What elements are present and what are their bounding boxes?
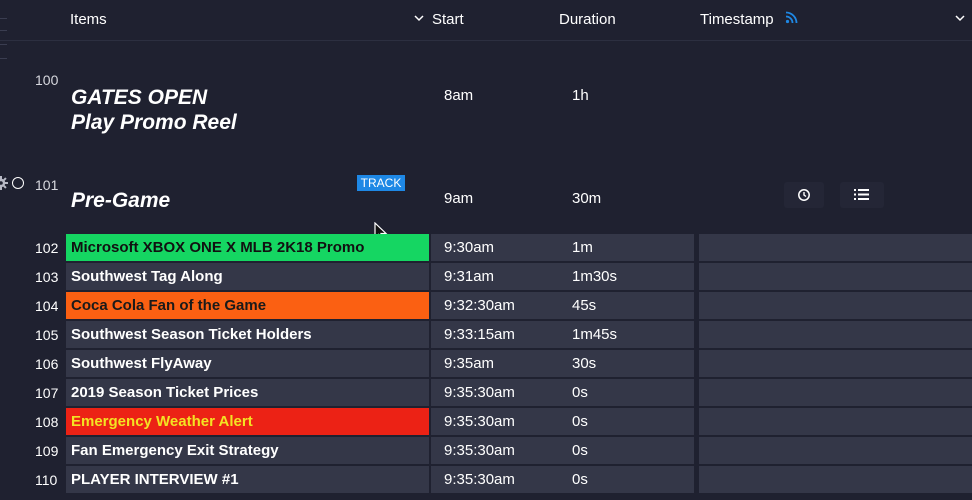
item-start: 9:35:30am bbox=[444, 384, 515, 401]
item-duration: 0s bbox=[572, 384, 588, 401]
timing-cell: 9:30am 1m bbox=[431, 234, 694, 261]
item-title[interactable]: Southwest Tag Along bbox=[66, 263, 429, 290]
segment-start: 9am bbox=[444, 190, 474, 207]
list-item[interactable]: PLAYER INTERVIEW #1 9:35:30am 0s bbox=[66, 466, 972, 493]
item-duration: 30s bbox=[572, 355, 597, 372]
item-start: 9:35am bbox=[444, 355, 495, 372]
items-column-header[interactable]: Items bbox=[70, 11, 107, 28]
item-title[interactable]: PLAYER INTERVIEW #1 bbox=[66, 466, 429, 493]
item-title[interactable]: Fan Emergency Exit Strategy bbox=[66, 437, 429, 464]
item-start: 9:31am bbox=[444, 268, 495, 285]
item-start: 9:30am bbox=[444, 239, 495, 256]
list-item[interactable]: Southwest Season Ticket Holders 9:33:15am… bbox=[66, 321, 972, 348]
list-item[interactable]: Southwest FlyAway 9:35am 30s bbox=[66, 350, 972, 377]
timing-cell: 9:35am 30s bbox=[431, 350, 694, 377]
timestamp-cell[interactable] bbox=[699, 408, 972, 435]
segment-title-line: Play Promo Reel bbox=[71, 111, 237, 134]
segment-title-line: GATES OPEN bbox=[71, 86, 208, 109]
chevron-down-icon[interactable] bbox=[412, 11, 426, 25]
timing-cell: 9:32:30am 45s bbox=[431, 292, 694, 319]
item-duration: 1m bbox=[572, 239, 593, 256]
timing-cell: 9:33:15am 1m45s bbox=[431, 321, 694, 348]
row-number: 102 bbox=[35, 240, 59, 256]
item-start: 9:35:30am bbox=[444, 442, 515, 459]
row-number: 101 bbox=[35, 177, 59, 193]
list-item[interactable]: Fan Emergency Exit Strategy 9:35:30am 0s bbox=[66, 437, 972, 464]
timestamp-cell[interactable] bbox=[699, 263, 972, 290]
timestamp-cell[interactable] bbox=[699, 466, 972, 493]
row-number: 110 bbox=[35, 472, 58, 488]
item-start: 9:35:30am bbox=[444, 471, 515, 488]
timing-cell: 9:31am 1m30s bbox=[431, 263, 694, 290]
row-number: 109 bbox=[35, 443, 59, 459]
row-number: 108 bbox=[35, 414, 59, 430]
item-title[interactable]: Microsoft XBOX ONE X MLB 2K18 Promo bbox=[66, 234, 429, 261]
circle-icon[interactable] bbox=[12, 177, 24, 189]
list-button[interactable] bbox=[840, 182, 884, 208]
item-title[interactable]: Coca Cola Fan of the Game bbox=[66, 292, 429, 319]
item-title[interactable]: Southwest FlyAway bbox=[66, 350, 429, 377]
item-start: 9:33:15am bbox=[444, 326, 515, 343]
item-title[interactable]: 2019 Season Ticket Prices bbox=[66, 379, 429, 406]
duration-column-header[interactable]: Duration bbox=[559, 11, 616, 28]
gear-icon[interactable] bbox=[0, 176, 8, 190]
item-duration: 45s bbox=[572, 297, 597, 314]
item-start: 9:32:30am bbox=[444, 297, 515, 314]
timestamp-column-header[interactable]: Timestamp bbox=[700, 11, 774, 28]
timestamp-cell[interactable] bbox=[699, 437, 972, 464]
timing-cell: 9:35:30am 0s bbox=[431, 379, 694, 406]
row-number: 100 bbox=[35, 72, 59, 88]
column-header: Items Start Duration Timestamp bbox=[0, 0, 972, 59]
row-number: 107 bbox=[35, 385, 59, 401]
item-duration: 0s bbox=[572, 413, 588, 430]
item-title[interactable]: Southwest Season Ticket Holders bbox=[66, 321, 429, 348]
timestamp-cell[interactable] bbox=[699, 321, 972, 348]
item-title[interactable]: Emergency Weather Alert bbox=[66, 408, 429, 435]
list-item[interactable]: Southwest Tag Along 9:31am 1m30s bbox=[66, 263, 972, 290]
timer-button[interactable] bbox=[784, 182, 824, 208]
timestamp-cell[interactable] bbox=[699, 350, 972, 377]
item-duration: 1m45s bbox=[572, 326, 618, 343]
row-number: 105 bbox=[35, 327, 59, 343]
chevron-down-icon[interactable] bbox=[953, 11, 967, 25]
start-column-header[interactable]: Start bbox=[432, 11, 464, 28]
timing-cell: 9:35:30am 0s bbox=[431, 466, 694, 493]
list-item[interactable]: Microsoft XBOX ONE X MLB 2K18 Promo 9:30a… bbox=[66, 234, 972, 261]
list-item[interactable]: 2019 Season Ticket Prices 9:35:30am 0s bbox=[66, 379, 972, 406]
item-duration: 0s bbox=[572, 471, 588, 488]
segment-start: 8am bbox=[444, 87, 474, 104]
segment-duration: 30m bbox=[572, 190, 602, 207]
item-duration: 1m30s bbox=[572, 268, 618, 285]
timestamp-cell[interactable] bbox=[699, 292, 972, 319]
timing-cell: 9:35:30am 0s bbox=[431, 408, 694, 435]
list-icon bbox=[854, 189, 869, 200]
timing-cell: 9:35:30am 0s bbox=[431, 437, 694, 464]
segment-duration: 1h bbox=[572, 87, 589, 104]
rss-icon[interactable] bbox=[785, 11, 798, 24]
segment-title[interactable]: Pre-Game bbox=[71, 188, 170, 213]
segment-title[interactable]: GATES OPEN Play Promo Reel bbox=[71, 85, 237, 135]
row-number: 106 bbox=[35, 356, 59, 372]
list-item[interactable]: Emergency Weather Alert 9:35:30am 0s bbox=[66, 408, 972, 435]
item-duration: 0s bbox=[572, 442, 588, 459]
left-ruler bbox=[0, 0, 8, 70]
row-number: 104 bbox=[35, 298, 59, 314]
list-item[interactable]: Coca Cola Fan of the Game 9:32:30am 45s bbox=[66, 292, 972, 319]
row-number: 103 bbox=[35, 269, 59, 285]
timestamp-cell[interactable] bbox=[699, 379, 972, 406]
item-start: 9:35:30am bbox=[444, 413, 515, 430]
track-badge[interactable]: TRACK bbox=[357, 175, 405, 191]
clock-icon bbox=[798, 189, 810, 201]
timestamp-cell[interactable] bbox=[699, 234, 972, 261]
